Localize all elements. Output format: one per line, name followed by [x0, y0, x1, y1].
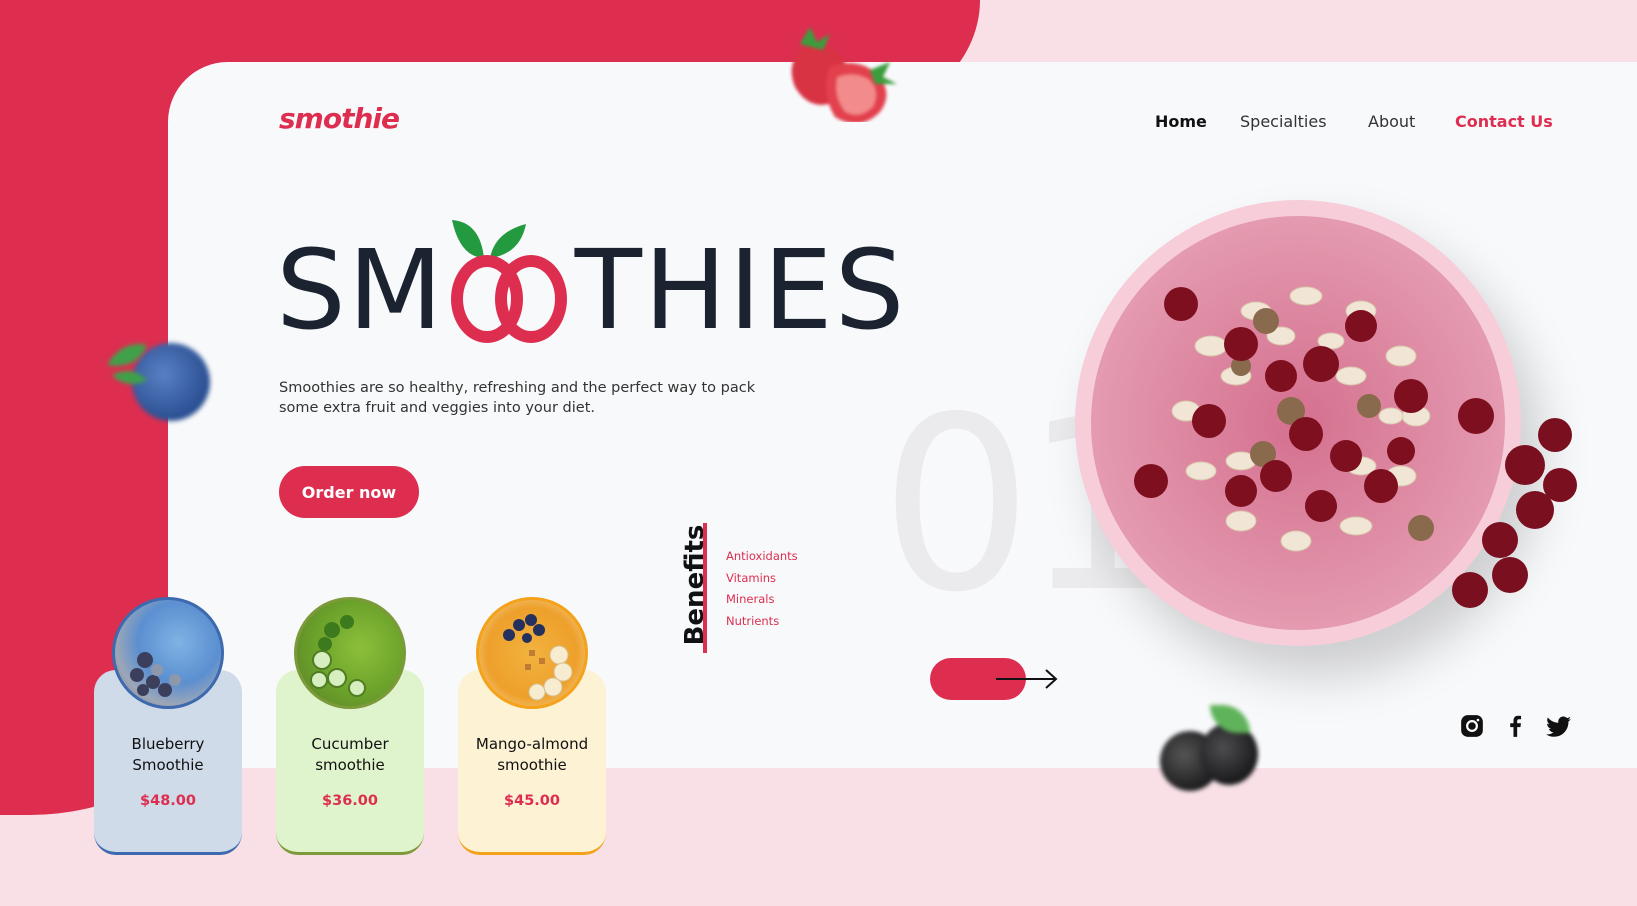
hero-description: Smoothies are so healthy, refreshing and…	[279, 380, 756, 416]
strawberry-decoration	[791, 27, 897, 122]
benefits-divider	[703, 523, 707, 653]
card-price: $48.00	[140, 793, 196, 809]
arrow-right-icon[interactable]	[996, 666, 1060, 692]
nav-specialties[interactable]: Specialties	[1240, 112, 1327, 131]
benefit-item: Antioxidants	[726, 549, 798, 563]
nav-home[interactable]: Home	[1155, 112, 1207, 131]
brand-logo[interactable]: smothie	[279, 102, 400, 135]
card-name: Cucumber smoothie	[311, 735, 389, 774]
card-price: $45.00	[504, 793, 560, 809]
nav-contact-us[interactable]: Contact Us	[1455, 112, 1553, 131]
hero-title: SM THIES	[276, 235, 906, 345]
leaf-decoration	[107, 344, 147, 384]
card-name: Mango-almond smoothie	[475, 735, 589, 774]
mango-smoothie-image	[476, 597, 588, 709]
hero-title-right: THIES	[574, 226, 907, 354]
order-now-button[interactable]: Order now	[279, 466, 419, 518]
cherries-decoration	[1452, 418, 1577, 608]
blackberry-decoration	[1160, 705, 1260, 798]
benefit-item: Nutrients	[726, 614, 780, 628]
nav-about[interactable]: About	[1368, 112, 1415, 131]
card-name: Blueberry Smoothie	[131, 735, 205, 774]
cucumber-smoothie-image	[294, 597, 406, 709]
benefit-item: Minerals	[726, 592, 775, 606]
hero-title-left: SM	[276, 226, 445, 354]
benefit-item: Vitamins	[726, 571, 777, 585]
card-price: $36.00	[322, 793, 378, 809]
twitter-icon[interactable]	[1546, 713, 1572, 739]
instagram-icon[interactable]	[1459, 713, 1485, 739]
blueberry-smoothie-image	[112, 597, 224, 709]
double-o-icon	[450, 245, 569, 345]
facebook-icon[interactable]	[1502, 713, 1528, 739]
pink-footer-band	[0, 768, 1637, 906]
